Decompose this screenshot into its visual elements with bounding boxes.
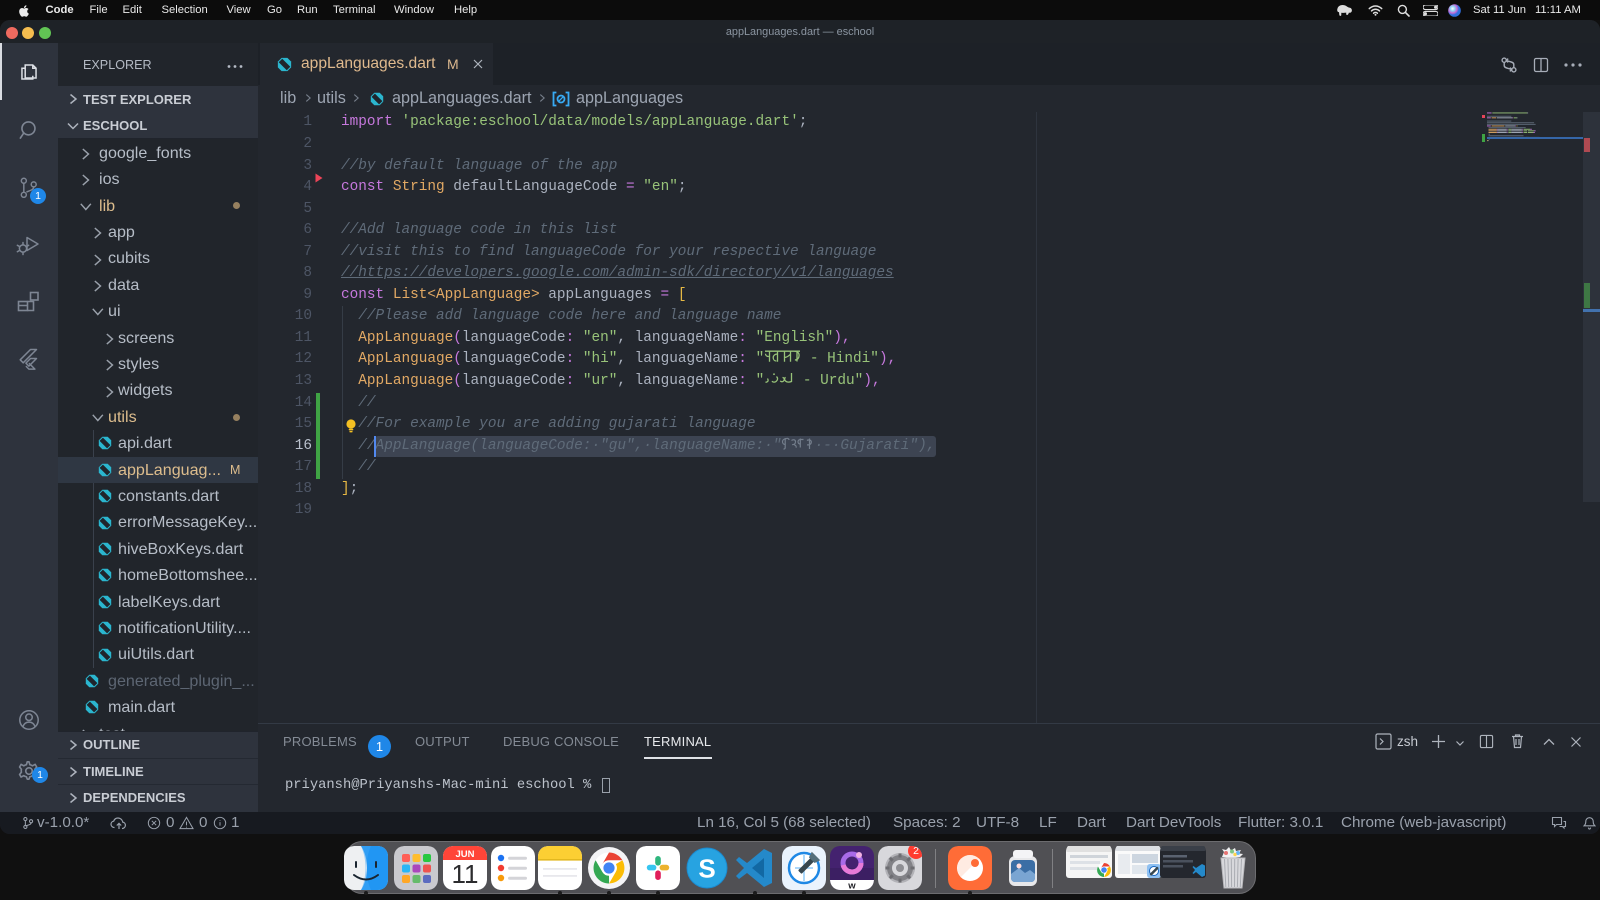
svg-text:w: w	[847, 881, 856, 891]
svg-text:S: S	[698, 854, 715, 884]
svg-text:11: 11	[452, 859, 479, 889]
